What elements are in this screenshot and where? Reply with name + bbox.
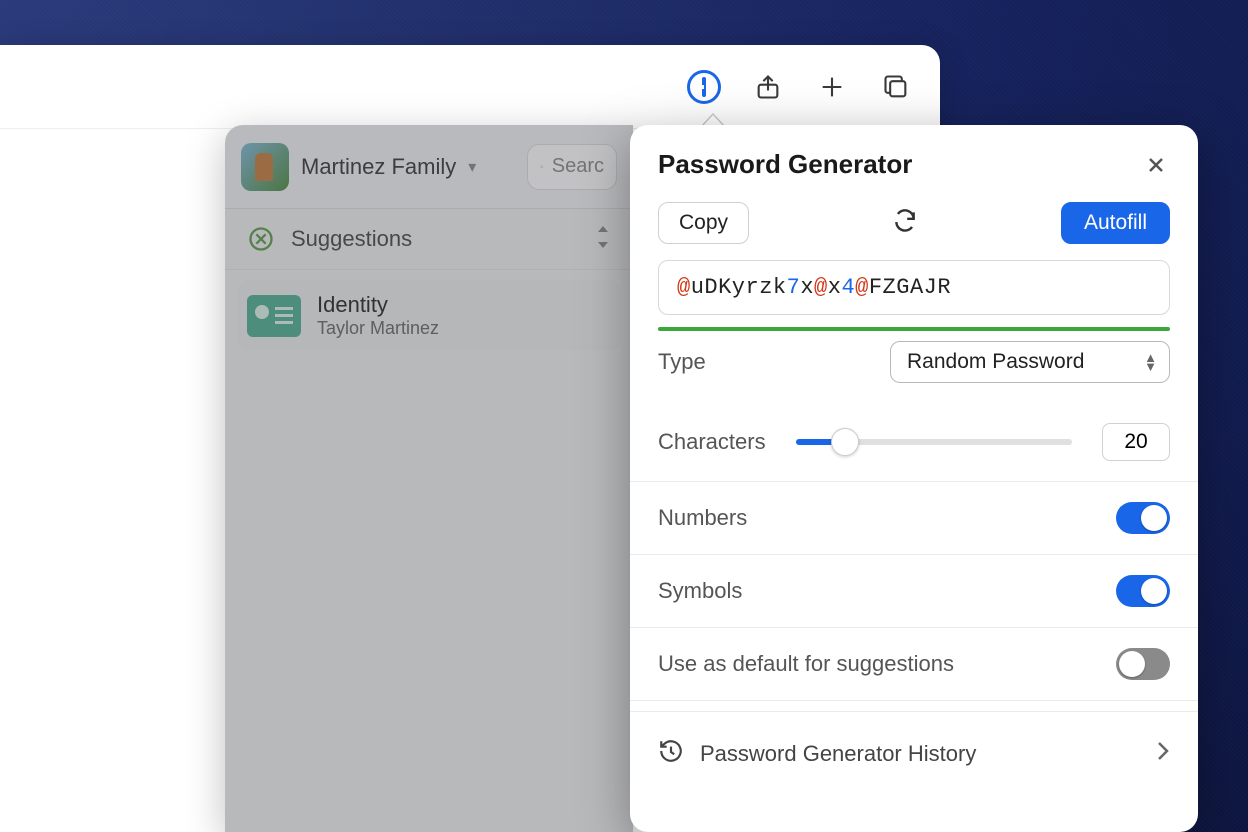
copy-button[interactable]: Copy <box>658 202 749 244</box>
history-label: Password Generator History <box>700 741 1140 767</box>
numbers-label: Numbers <box>658 505 1100 531</box>
search-input[interactable]: Searc <box>527 144 617 190</box>
history-row[interactable]: Password Generator History <box>630 711 1198 795</box>
tabs-icon[interactable] <box>878 69 914 105</box>
sort-updown-icon[interactable] <box>595 226 611 253</box>
symbols-toggle[interactable] <box>1116 575 1170 607</box>
history-icon <box>658 738 684 769</box>
chevron-down-icon: ▾ <box>468 157 476 177</box>
close-icon <box>1147 156 1165 174</box>
suggestions-label: Suggestions <box>291 226 579 252</box>
default-label: Use as default for suggestions <box>658 651 1100 677</box>
characters-slider[interactable] <box>796 439 1072 445</box>
updown-icon: ▲▼ <box>1144 353 1157 371</box>
share-icon[interactable] <box>750 69 786 105</box>
generated-password[interactable]: @uDKyrzk7x@x4@FZGAJR <box>658 260 1170 315</box>
type-select[interactable]: Random Password ▲▼ <box>890 341 1170 383</box>
symbols-label: Symbols <box>658 578 1100 604</box>
popup-header: Martinez Family ▾ Searc <box>225 125 633 209</box>
characters-value[interactable]: 20 <box>1102 423 1170 461</box>
default-toggle[interactable] <box>1116 648 1170 680</box>
chevron-right-icon <box>1156 740 1170 767</box>
panel-title: Password Generator <box>658 149 1142 180</box>
browser-toolbar <box>0 45 940 129</box>
suggestions-popup: Martinez Family ▾ Searc Suggestions Iden… <box>225 125 633 832</box>
item-subtitle: Taylor Martinez <box>317 318 439 339</box>
type-label: Type <box>658 349 706 375</box>
identity-item[interactable]: Identity Taylor Martinez <box>237 280 621 351</box>
suggestions-icon <box>247 225 275 253</box>
plus-icon[interactable] <box>814 69 850 105</box>
characters-label: Characters <box>658 429 766 455</box>
item-title: Identity <box>317 292 439 318</box>
account-name[interactable]: Martinez Family <box>301 154 456 180</box>
close-button[interactable] <box>1142 151 1170 179</box>
search-icon <box>540 157 544 177</box>
autofill-button[interactable]: Autofill <box>1061 202 1170 244</box>
onepassword-extension-icon[interactable] <box>686 69 722 105</box>
account-avatar[interactable] <box>241 143 289 191</box>
password-generator-panel: Password Generator Copy Autofill @uDKyrz… <box>630 125 1198 832</box>
suggestions-section-header[interactable]: Suggestions <box>225 209 633 270</box>
refresh-icon <box>892 208 918 234</box>
type-value: Random Password <box>907 350 1084 373</box>
numbers-toggle[interactable] <box>1116 502 1170 534</box>
regenerate-button[interactable] <box>892 208 918 239</box>
identity-card-icon <box>247 295 301 337</box>
search-placeholder: Searc <box>552 155 604 178</box>
slider-thumb[interactable] <box>831 428 859 456</box>
